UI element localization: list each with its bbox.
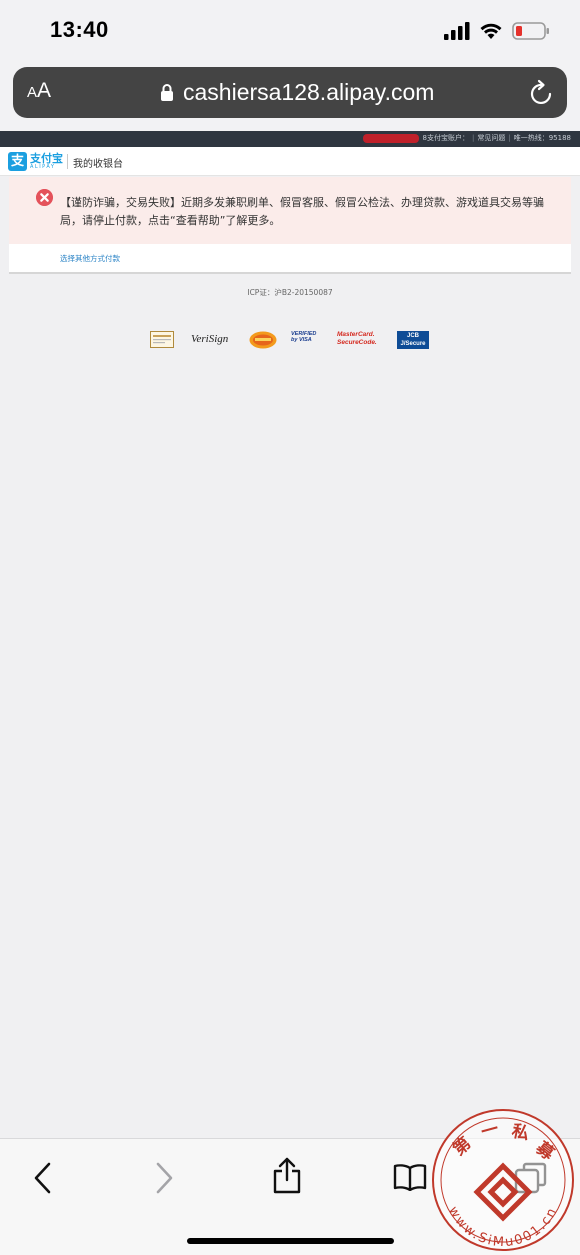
logo-text-cn: 支付宝 <box>30 152 63 165</box>
security-seal-icon <box>249 331 277 349</box>
account-label: 8支付宝账户： <box>422 134 469 142</box>
wifi-icon <box>480 23 502 39</box>
divider: | <box>508 134 511 142</box>
jcb-jsecure-badge: JCB J/Secure <box>397 331 429 349</box>
site-topbar: 8支付宝账户： | 常见问题 | 唯一热线：95188 <box>0 131 580 147</box>
url-text: cashiersa128.alipay.com <box>183 79 435 105</box>
verified-by-visa-badge: VERIFIED by VISA <box>291 331 317 343</box>
browser-address-area: AA cashiersa128.alipay.com <box>0 62 580 131</box>
fraud-alert: 【谨防诈骗，交易失败】近期多发兼职刷单、假冒客服、假冒公检法、办理贷款、游戏道具… <box>9 177 571 244</box>
bookmarks-icon[interactable] <box>393 1163 427 1191</box>
logo-text-en: ALIPAY <box>30 164 56 170</box>
faq-link[interactable]: 常见问题 <box>477 133 505 143</box>
cellular-signal-icon <box>444 22 470 40</box>
verisign-badge: VeriSign <box>191 333 229 345</box>
icp-license: ICP证：沪B2-20150087 <box>247 288 333 297</box>
certificate-badge-icon <box>150 331 174 348</box>
alipay-logo-icon: 支 <box>8 152 27 171</box>
choose-other-payment-link[interactable]: 选择其他方式付款 <box>60 253 120 264</box>
address-bar[interactable]: AA cashiersa128.alipay.com <box>13 67 567 118</box>
lock-icon <box>161 84 173 101</box>
alipay-logo[interactable]: 支 支付宝 ALIPAY <box>8 152 63 171</box>
battery-low-icon <box>512 22 549 40</box>
divider: | <box>472 134 475 142</box>
cashier-panel: 【谨防诈骗，交易失败】近期多发兼职刷单、假冒客服、假冒公检法、办理贷款、游戏道具… <box>9 177 571 274</box>
error-icon <box>36 189 53 206</box>
home-indicator <box>187 1238 394 1244</box>
page-title: 我的收银台 <box>73 159 123 170</box>
status-icons <box>444 20 550 42</box>
status-bar: 13:40 <box>0 0 580 62</box>
url-display[interactable]: cashiersa128.alipay.com <box>160 79 434 106</box>
back-icon[interactable] <box>32 1161 54 1195</box>
mastercard-securecode-badge: MasterCard. SecureCode. <box>337 331 377 346</box>
redacted-account <box>362 133 419 143</box>
simu001-watermark-seal: www.SiMu001.cn 第 一 私 募 <box>432 1109 574 1251</box>
share-icon[interactable] <box>272 1157 302 1195</box>
alert-message: 【谨防诈骗，交易失败】近期多发兼职刷单、假冒客服、假冒公检法、办理贷款、游戏道具… <box>60 196 544 227</box>
site-header: 支 支付宝 ALIPAY 我的收银台 <box>0 147 580 176</box>
text-size-button[interactable]: AA <box>27 79 51 103</box>
hotline-text: 唯一热线：95188 <box>513 134 571 142</box>
forward-icon[interactable] <box>153 1161 175 1195</box>
header-divider <box>67 154 68 169</box>
status-time: 13:40 <box>50 17 109 42</box>
reload-icon[interactable] <box>529 79 555 107</box>
